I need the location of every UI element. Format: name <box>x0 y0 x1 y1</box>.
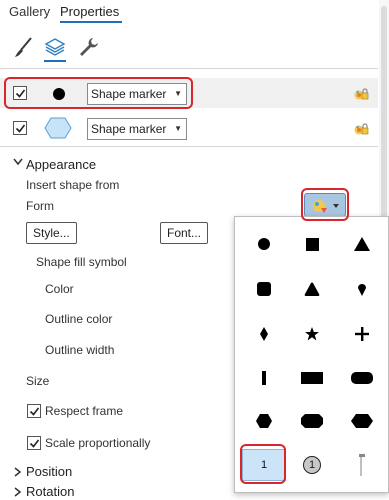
shape-horizontal-rectangle[interactable] <box>290 362 334 394</box>
shape-callout-line[interactable] <box>340 449 384 481</box>
shape-vertical-bar[interactable] <box>242 362 286 394</box>
shape-octagon[interactable] <box>290 405 334 437</box>
size-label: Size <box>26 374 50 388</box>
shape-hexagon[interactable] <box>242 405 286 437</box>
active-tab-indicator <box>60 21 122 23</box>
appearance-section-header[interactable]: Appearance <box>26 157 96 172</box>
active-tool-indicator <box>44 60 66 62</box>
chevron-right-icon[interactable] <box>14 466 22 480</box>
shape-rounded-triangle[interactable] <box>290 273 334 305</box>
scale-proportionally-checkbox[interactable] <box>27 436 41 450</box>
shape-numbered-circle[interactable]: 1 <box>290 449 334 481</box>
shape-wide-hexagon[interactable] <box>340 405 384 437</box>
shape-fill-symbol-label: Shape fill symbol <box>36 255 127 269</box>
shape-pin[interactable] <box>340 273 384 305</box>
scale-proportionally-label: Scale proportionally <box>45 436 151 450</box>
divider <box>0 146 378 147</box>
circle-marker-preview <box>52 87 66 104</box>
shape-star[interactable] <box>290 318 334 350</box>
marker-type-value: Shape marker <box>91 122 167 136</box>
shape-rounded-square[interactable] <box>242 273 286 305</box>
shape-gallery-popup: 1 1 <box>234 216 389 493</box>
rotation-section-header[interactable]: Rotation <box>26 484 74 499</box>
shape-square[interactable] <box>290 228 334 260</box>
paintbrush-icon[interactable] <box>13 36 35 58</box>
layers-icon[interactable] <box>44 36 66 58</box>
shape-circle[interactable] <box>242 228 286 260</box>
numbered-box-text: 1 <box>260 459 268 471</box>
respect-frame-label: Respect frame <box>45 404 124 418</box>
outline-color-label: Outline color <box>45 312 113 326</box>
marker-type-dropdown[interactable]: Shape marker ▼ <box>87 118 187 140</box>
chevron-down-icon: ▼ <box>174 89 182 98</box>
shape-cross[interactable] <box>340 318 384 350</box>
tab-gallery[interactable]: Gallery <box>9 4 50 19</box>
form-label: Form <box>26 199 54 213</box>
font-button[interactable]: Font... <box>160 222 209 244</box>
hexagon-marker-preview <box>44 117 72 142</box>
shape-triangle[interactable] <box>340 228 384 260</box>
insert-shape-from-label: Insert shape from <box>26 178 120 192</box>
shape-numbered-box[interactable]: 1 <box>242 449 286 481</box>
divider <box>0 68 378 69</box>
color-label: Color <box>45 282 74 296</box>
outline-width-label: Outline width <box>45 343 115 357</box>
form-picker-button[interactable] <box>304 193 346 217</box>
lock-icon[interactable] <box>353 121 369 140</box>
shape-rounded-rectangle[interactable] <box>340 362 384 394</box>
layer-visibility-checkbox[interactable] <box>13 121 27 135</box>
tab-properties[interactable]: Properties <box>60 4 119 19</box>
chevron-down-icon: ▼ <box>174 124 182 133</box>
marker-type-dropdown[interactable]: Shape marker ▼ <box>87 83 187 105</box>
position-section-header[interactable]: Position <box>26 464 72 479</box>
respect-frame-checkbox[interactable] <box>27 404 41 418</box>
chevron-down-icon[interactable] <box>13 158 23 169</box>
chevron-right-icon[interactable] <box>14 486 22 500</box>
layer-visibility-checkbox[interactable] <box>13 86 27 100</box>
shape-diamond[interactable] <box>242 318 286 350</box>
wrench-icon[interactable] <box>77 36 99 58</box>
marker-type-value: Shape marker <box>91 87 167 101</box>
numbered-circle-text: 1 <box>303 456 321 474</box>
style-button[interactable]: Style... <box>26 222 77 244</box>
lock-icon[interactable] <box>353 86 369 105</box>
